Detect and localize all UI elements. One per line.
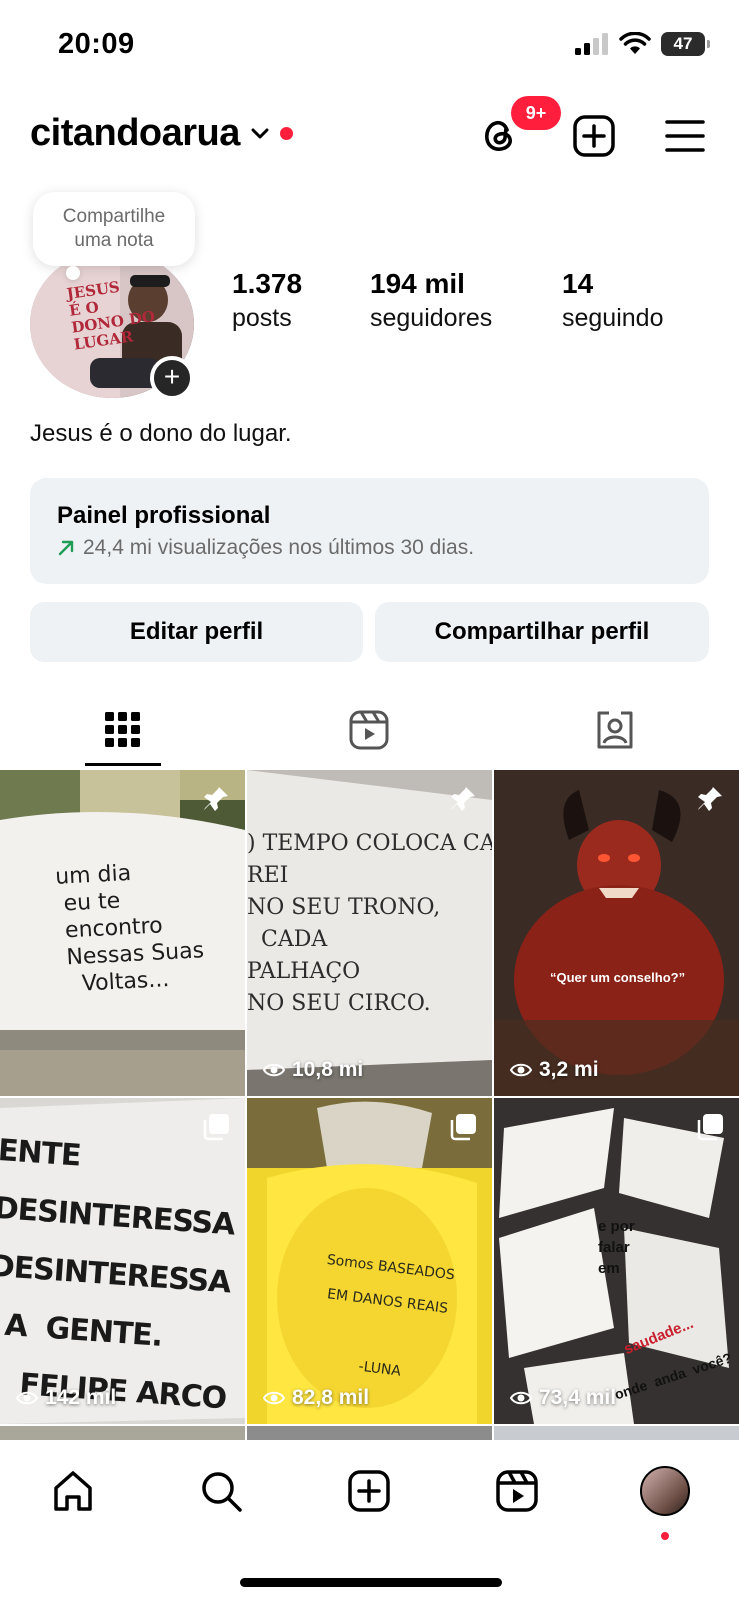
profile-unread-dot	[661, 1532, 669, 1540]
post-3-views-count: 3,2 mi	[539, 1058, 599, 1081]
add-square-icon	[348, 1470, 390, 1512]
nav-search[interactable]	[196, 1466, 246, 1516]
carousel-icon	[697, 1114, 723, 1141]
post-tile-4[interactable]: ENTE DESINTERESSA DESINTERESSA A GENTE. …	[0, 1098, 245, 1424]
menu-button[interactable]	[664, 116, 706, 156]
share-note-bubble[interactable]: Compartilhe uma nota	[33, 192, 195, 266]
status-time: 20:09	[58, 28, 135, 60]
reels-icon	[496, 1470, 538, 1512]
notification-badge: 9+	[511, 96, 561, 130]
following-count: 14	[562, 268, 594, 299]
status-bar: 20:09 47	[0, 0, 739, 90]
note-text-line2: uma nota	[74, 230, 154, 251]
post-4-text: ENTE DESINTERESSA DESINTERESSA A GENTE. …	[0, 1132, 236, 1417]
eye-icon	[263, 1063, 285, 1077]
post-tile-6[interactable]: e por falar em saudade... onde anda você…	[494, 1098, 739, 1424]
carousel-icon	[203, 1114, 229, 1141]
tab-tagged[interactable]	[585, 700, 645, 760]
search-icon	[202, 1472, 242, 1512]
post-4-views-count: 142 mil	[45, 1386, 117, 1409]
post-6-views: 73,4 mil	[510, 1386, 616, 1410]
share-profile-button[interactable]: Compartilhar perfil	[375, 602, 709, 662]
following-label: seguindo	[562, 304, 664, 332]
nav-profile[interactable]	[640, 1466, 690, 1516]
post-4-views: 142 mil	[16, 1386, 116, 1410]
reels-icon	[349, 710, 389, 750]
professional-dashboard[interactable]: Painel profissional 24,4 mi visualizaçõe…	[30, 478, 709, 584]
pin-icon	[451, 787, 475, 811]
stat-followers[interactable]: 194 mil seguidores	[370, 268, 492, 333]
posts-label: posts	[232, 304, 292, 332]
bio: Jesus é o dono do lugar.	[30, 420, 292, 447]
nav-create[interactable]	[344, 1466, 394, 1516]
cellular-signal-icon	[575, 33, 608, 55]
pro-panel-subtitle: 24,4 mi visualizações nos últimos 30 dia…	[57, 536, 474, 560]
eye-icon	[263, 1391, 285, 1405]
post-5-text: Somos BASEADOS EM DANOS REAIS -LUNA	[313, 1251, 456, 1380]
carousel-icon	[450, 1114, 476, 1141]
post-5-views-count: 82,8 mil	[292, 1386, 370, 1409]
home-icon	[54, 1471, 92, 1511]
followers-count: 194 mil	[370, 268, 465, 299]
add-square-icon	[573, 115, 615, 157]
eye-icon	[16, 1391, 38, 1405]
chevron-down-icon	[251, 128, 269, 138]
post-3-views: 3,2 mi	[510, 1058, 599, 1082]
tab-posts-grid[interactable]	[93, 700, 153, 760]
pin-icon	[204, 787, 228, 811]
nav-home[interactable]	[48, 1466, 98, 1516]
post-image-3	[494, 770, 739, 1096]
stat-posts[interactable]: 1.378 posts	[232, 268, 302, 333]
nav-reels[interactable]	[492, 1466, 542, 1516]
post-6-text: e por falar em	[598, 1218, 635, 1277]
trend-up-icon	[58, 540, 74, 556]
post-5-views: 82,8 mil	[263, 1386, 369, 1410]
avatar-graffiti-text: JESUS É O DONO DO LUGAR	[65, 277, 157, 354]
post-1-text: um dia eu te encontro Nessas Suas Voltas…	[54, 860, 205, 998]
add-story-button[interactable]: +	[150, 356, 194, 400]
wifi-icon	[619, 32, 651, 54]
status-icons: 47	[575, 32, 710, 56]
pro-panel-title: Painel profissional	[57, 502, 271, 529]
home-indicator	[240, 1578, 502, 1587]
eye-icon	[510, 1391, 532, 1405]
note-tail	[66, 266, 80, 280]
post-2-views-count: 10,8 mi	[292, 1058, 364, 1081]
posts-count: 1.378	[232, 268, 303, 299]
post-tile-2[interactable]: ) TEMPO COLOCA CAD REI NO SEU TRONO, CAD…	[247, 770, 492, 1096]
active-tab-indicator	[85, 763, 161, 766]
grid-icon	[105, 712, 140, 747]
create-button[interactable]	[572, 114, 616, 158]
tagged-person-icon	[597, 711, 633, 749]
pro-panel-views: 24,4 mi visualizações nos últimos 30 dia…	[83, 536, 475, 559]
note-text-line1: Compartilhe	[62, 206, 166, 227]
pin-icon	[698, 787, 722, 811]
bottom-navigation	[0, 1440, 739, 1600]
post-tile-5[interactable]: Somos BASEADOS EM DANOS REAIS -LUNA 82,8…	[247, 1098, 492, 1424]
post-3-text: “Quer um conselho?”	[550, 970, 686, 985]
edit-profile-button[interactable]: Editar perfil	[30, 602, 363, 662]
profile-avatar-small	[640, 1466, 690, 1516]
followers-label: seguidores	[370, 304, 493, 332]
unread-dot	[279, 127, 293, 140]
username: citandoarua	[30, 112, 240, 154]
hamburger-menu-icon	[665, 120, 705, 152]
post-tile-3[interactable]: “Quer um conselho?” 3,2 mi	[494, 770, 739, 1096]
tab-reels[interactable]	[339, 700, 399, 760]
profile-header: citandoarua 9+	[0, 96, 739, 180]
post-2-text: ) TEMPO COLOCA CAD REI NO SEU TRONO, CAD…	[247, 831, 492, 1016]
stat-following[interactable]: 14 seguindo	[562, 268, 663, 333]
account-switcher[interactable]: citandoarua	[30, 112, 293, 155]
post-tile-1[interactable]: um dia eu te encontro Nessas Suas Voltas…	[0, 770, 245, 1096]
eye-icon	[510, 1063, 532, 1077]
post-2-views: 10,8 mi	[263, 1058, 363, 1082]
battery-indicator: 47	[661, 32, 710, 56]
post-6-views-count: 73,4 mil	[539, 1386, 617, 1409]
